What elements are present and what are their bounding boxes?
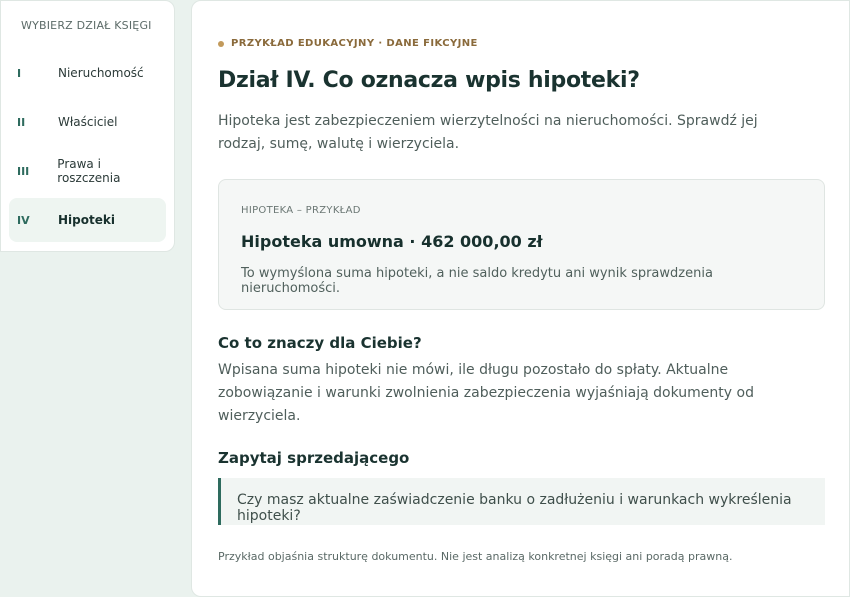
sidebar-item-prawa[interactable]: III Prawa i roszczenia [9,149,166,193]
card-label: HIPOTEKA – PRZYKŁAD [241,205,361,216]
sidebar-item-label: Hipoteki [58,213,115,227]
page-title: Dział IV. Co oznacza wpis hipoteki? [218,68,640,93]
sidebar-item-label: Nieruchomość [58,66,144,80]
sidebar-item-number: I [17,66,22,80]
section-title-meaning: Co to znaczy dla Ciebie? [218,334,422,352]
sidebar-title: WYBIERZ DZIAŁ KSIĘGI [21,19,152,32]
main-content: PRZYKŁAD EDUKACYJNY · DANE FIKCYJNE Dzia… [191,0,850,597]
eyebrow-text: PRZYKŁAD EDUKACYJNY · DANE FIKCYJNE [231,38,478,49]
section-text-meaning: Wpisana suma hipoteki nie mówi, ile dług… [218,362,754,424]
sidebar-item-hipoteki[interactable]: IV Hipoteki [9,198,166,242]
sidebar-item-wlasciciel[interactable]: II Właściciel [9,100,166,144]
footnote: Przykład objaśnia strukturę dokumentu. N… [218,550,733,563]
eyebrow: PRZYKŁAD EDUKACYJNY · DANE FIKCYJNE [218,38,824,49]
intro-text: Hipoteka jest zabezpieczeniem wierzyteln… [218,113,758,152]
sidebar-item-label: Prawa i roszczenia [57,157,121,185]
card-note: To wymyślona suma hipoteki, a nie saldo … [241,266,713,296]
section-title-ask-seller: Zapytaj sprzedającego [218,449,410,467]
dot-icon [218,40,224,47]
sidebar-item-number: II [17,115,26,129]
seller-question-quote: Czy masz aktualne zaświadczenie banku o … [218,478,825,525]
sidebar-item-number: IV [17,213,30,227]
sidebar-item-number: III [17,164,30,178]
mortgage-card: HIPOTEKA – PRZYKŁAD Hipoteka umowna · 46… [218,179,825,310]
card-title: Hipoteka umowna · 462 000,00 zł [241,232,543,251]
sidebar-item-nieruchomosc[interactable]: I Nieruchomość [9,51,166,95]
sidebar-item-label: Właściciel [58,115,118,129]
section-sidebar: WYBIERZ DZIAŁ KSIĘGI I Nieruchomość II W… [0,0,175,252]
